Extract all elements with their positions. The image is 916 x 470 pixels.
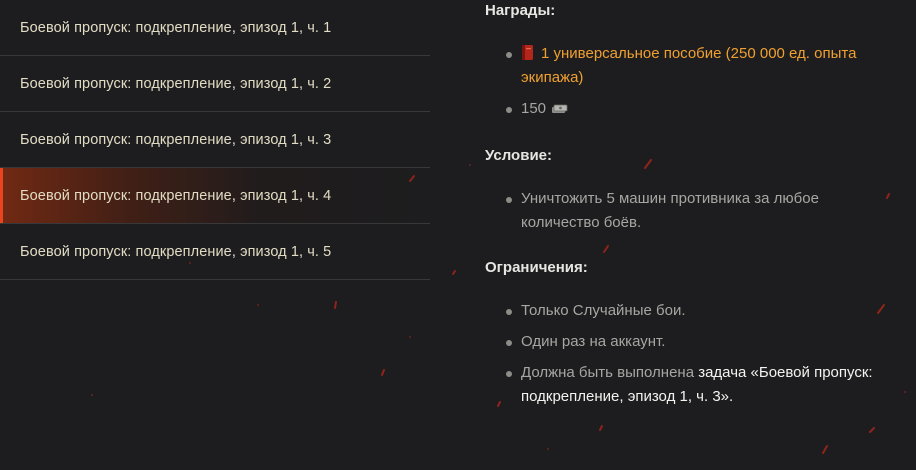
restriction-item: Один раз на аккаунт. — [506, 330, 897, 354]
reward-crew-book-text: 1 универсальное пособие (250 000 ед. опы… — [521, 45, 857, 86]
restriction-text: Только Случайные бои. — [521, 302, 686, 319]
reward-credits-amount: 150 — [521, 100, 547, 117]
bullet-icon — [506, 371, 512, 377]
bullet-icon — [506, 197, 512, 203]
reward-item-crew-book: 1 универсальное пособие (250 000 ед. опы… — [506, 42, 897, 90]
bullet-icon — [506, 340, 512, 346]
restriction-suffix: . — [729, 388, 734, 405]
task-list: Боевой пропуск: подкрепление, эпизод 1, … — [0, 0, 430, 280]
task-list-item-label: Боевой пропуск: подкрепление, эпизод 1, … — [20, 243, 332, 260]
reward-item-credits: 150 — [506, 97, 897, 121]
condition-item: Уничтожить 5 машин противника за любое к… — [506, 187, 897, 235]
rewards-title: Награды: — [485, 2, 556, 19]
restriction-text: Один раз на аккаунт. — [521, 333, 666, 350]
rewards-list: 1 универсальное пособие (250 000 ед. опы… — [506, 42, 897, 121]
task-list-item-2[interactable]: Боевой пропуск: подкрепление, эпизод 1, … — [0, 56, 430, 112]
task-list-item-5[interactable]: Боевой пропуск: подкрепление, эпизод 1, … — [0, 224, 430, 280]
task-list-item-1[interactable]: Боевой пропуск: подкрепление, эпизод 1, … — [0, 0, 430, 56]
bullet-icon — [506, 52, 512, 58]
task-list-item-label: Боевой пропуск: подкрепление, эпизод 1, … — [20, 187, 332, 204]
condition-title: Условие: — [485, 147, 553, 164]
condition-text: Уничтожить 5 машин противника за любое к… — [521, 190, 819, 231]
task-list-item-4-active[interactable]: Боевой пропуск: подкрепление, эпизод 1, … — [0, 168, 430, 224]
condition-list: Уничтожить 5 машин противника за любое к… — [506, 187, 897, 235]
task-list-item-label: Боевой пропуск: подкрепление, эпизод 1, … — [20, 131, 332, 148]
restriction-prefix: Должна быть выполнена — [521, 364, 699, 381]
bullet-icon — [506, 309, 512, 315]
restriction-item: Только Случайные бои. — [506, 299, 897, 323]
book-icon — [522, 45, 533, 60]
restrictions-title: Ограничения: — [485, 259, 588, 276]
credits-icon — [552, 104, 568, 113]
bullet-icon — [506, 107, 512, 113]
task-list-item-label: Боевой пропуск: подкрепление, эпизод 1, … — [20, 75, 332, 92]
task-list-item-label: Боевой пропуск: подкрепление, эпизод 1, … — [20, 19, 332, 36]
restrictions-list: Только Случайные бои. Один раз на аккаун… — [506, 299, 897, 409]
restriction-item-prerequisite: Должна быть выполнена задача «Боевой про… — [506, 361, 897, 409]
task-list-item-3[interactable]: Боевой пропуск: подкрепление, эпизод 1, … — [0, 112, 430, 168]
